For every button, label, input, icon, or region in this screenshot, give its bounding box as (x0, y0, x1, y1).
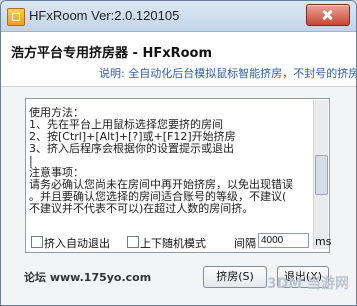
random-mode-label: 上下随机模式 (140, 237, 206, 250)
instructions-textbox[interactable]: 使用方法： 1、先在平台上用鼠标选择您要挤的房间 2、按[Ctrl]+[Alt]… (25, 98, 330, 253)
close-button[interactable] (306, 4, 350, 26)
instructions-text: 使用方法： 1、先在平台上用鼠标选择您要挤的房间 2、按[Ctrl]+[Alt]… (29, 107, 312, 249)
auto-exit-label: 挤入自动退出 (44, 237, 110, 250)
forum-link[interactable]: 论坛 www.175yo.com (24, 269, 151, 285)
interval-label: 间隔 (234, 237, 256, 250)
interval-unit: ms (315, 235, 332, 248)
instruction-line: 3、挤入后程序会根据你的设置提示或退出 (29, 142, 234, 155)
scroll-thumb[interactable] (315, 155, 328, 195)
app-icon (7, 8, 25, 26)
random-mode-checkbox[interactable] (127, 236, 139, 248)
watermark-logo: 3DM 当游网 (266, 276, 349, 292)
header-title: 浩方平台专用挤房器 - HFxRoom (11, 46, 213, 61)
instruction-line: 不建议并不代表不可以)在超过人数的房间挤。 (29, 202, 254, 215)
vertical-scrollbar[interactable] (313, 100, 328, 249)
application-window: HFxRoom Ver:2.0.120105 浩方平台专用挤房器 - HFxRo… (0, 0, 357, 306)
interval-input[interactable] (258, 233, 309, 248)
header-panel: 浩方平台专用挤房器 - HFxRoom 说明: 全自动化后台模拟鼠标智能挤房，不… (1, 32, 356, 87)
title-bar[interactable]: HFxRoom Ver:2.0.120105 (1, 1, 356, 32)
window-title: HFxRoom Ver:2.0.120105 (29, 8, 180, 23)
start-button[interactable]: 挤房(S) (203, 266, 267, 288)
auto-exit-checkbox[interactable] (31, 236, 43, 248)
description-text: 说明: 全自动化后台模拟鼠标智能挤房，不封号的挤房器。 (99, 67, 357, 80)
